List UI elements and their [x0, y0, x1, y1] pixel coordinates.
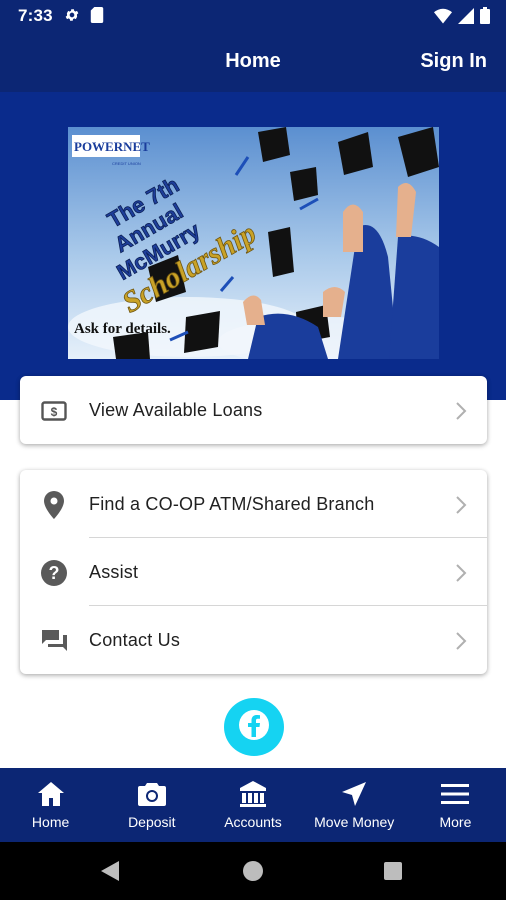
svg-text:?: ?: [49, 563, 60, 583]
nav-move-money[interactable]: Move Money: [304, 768, 405, 842]
contact-us-row[interactable]: Contact Us: [20, 606, 487, 674]
back-icon[interactable]: [100, 860, 120, 887]
nav-home-label: Home: [31, 814, 70, 830]
help-circle-icon: ?: [40, 559, 68, 587]
loans-card: $ View Available Loans: [20, 376, 487, 444]
navigation-arrow-icon: [339, 779, 369, 809]
status-bar: 7:33: [0, 0, 506, 32]
assist-row[interactable]: ? Assist: [20, 538, 487, 606]
chevron-right-icon: [455, 631, 467, 651]
banner-brand-sub: CREDIT UNION: [112, 161, 141, 166]
location-pin-icon: [40, 491, 68, 519]
svg-text:$: $: [51, 405, 58, 419]
chat-icon: [40, 627, 68, 655]
home-circle-icon[interactable]: [243, 861, 263, 881]
home-icon: [36, 779, 66, 809]
menu-icon: [440, 779, 470, 809]
facebook-icon: [236, 707, 272, 748]
nav-home[interactable]: Home: [0, 768, 101, 842]
chevron-right-icon: [455, 495, 467, 515]
facebook-button[interactable]: [224, 698, 284, 756]
bottom-nav: Home Deposit Accounts Move Money More: [0, 768, 506, 842]
battery-icon: [480, 7, 490, 29]
find-atm-label: Find a CO-OP ATM/Shared Branch: [89, 494, 375, 514]
scholarship-banner[interactable]: POWERNET CREDIT UNION The 7th Annual McM…: [68, 127, 439, 359]
dollar-bill-icon: $: [40, 397, 68, 425]
recent-apps-icon[interactable]: [384, 862, 402, 880]
nav-accounts-label: Accounts: [224, 814, 282, 830]
cell-signal-icon: [458, 7, 474, 29]
banner-footer: Ask for details.: [74, 321, 171, 337]
wifi-icon: [434, 8, 452, 29]
chevron-right-icon: [455, 563, 467, 583]
camera-icon: [137, 779, 167, 809]
chevron-right-icon: [455, 401, 467, 421]
bank-icon: [238, 779, 268, 809]
status-time: 7:33: [18, 6, 53, 25]
nav-deposit-label: Deposit: [128, 814, 176, 830]
find-atm-row[interactable]: Find a CO-OP ATM/Shared Branch: [20, 470, 487, 538]
nav-accounts[interactable]: Accounts: [202, 768, 303, 842]
contact-us-label: Contact Us: [89, 630, 181, 650]
nav-more-label: More: [439, 814, 472, 830]
banner-brand: POWERNET: [74, 139, 150, 154]
banner-image: POWERNET CREDIT UNION The 7th Annual McM…: [68, 127, 439, 359]
nav-more[interactable]: More: [405, 768, 506, 842]
app-bar: Home Sign In: [0, 32, 506, 92]
nav-deposit[interactable]: Deposit: [101, 768, 202, 842]
settings-gear-icon: [64, 7, 80, 28]
view-loans-row[interactable]: $ View Available Loans: [20, 376, 487, 444]
sign-in-button[interactable]: Sign In: [420, 50, 487, 73]
system-nav-bar: [0, 842, 506, 900]
sd-card-icon: [90, 7, 104, 28]
nav-move-money-label: Move Money: [314, 814, 395, 830]
links-card: Find a CO-OP ATM/Shared Branch ? Assist …: [20, 470, 487, 674]
view-loans-label: View Available Loans: [89, 400, 263, 420]
assist-label: Assist: [89, 562, 139, 582]
